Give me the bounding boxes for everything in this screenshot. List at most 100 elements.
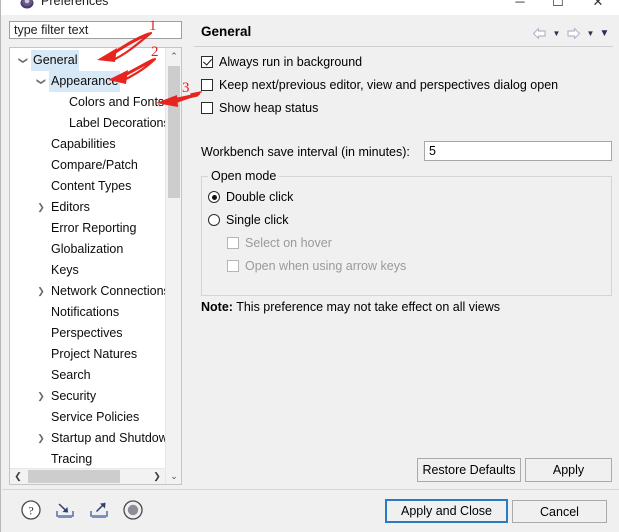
- checkbox-keep-next-previous-editor-dialog-open[interactable]: Keep next/previous editor, view and pers…: [201, 75, 558, 95]
- export-icon[interactable]: [86, 497, 112, 523]
- tree-item-label: Security: [51, 389, 97, 403]
- tree-item-label: General: [31, 50, 80, 71]
- help-icon[interactable]: ?: [18, 497, 44, 523]
- tree-item-label: Perspectives: [51, 326, 123, 340]
- tree-item-search[interactable]: Search: [10, 365, 166, 386]
- page-menu-caret-icon[interactable]: ▼: [599, 25, 610, 41]
- footer-icon-bar: ?: [18, 497, 146, 523]
- restore-defaults-button[interactable]: Restore Defaults: [417, 458, 521, 482]
- tree-item-label: Project Natures: [51, 347, 138, 361]
- checkbox-label: Open when using arrow keys: [245, 259, 407, 273]
- tree-item-service-policies[interactable]: Service Policies: [10, 407, 166, 428]
- tree-item-label: Error Reporting: [51, 221, 137, 235]
- preferences-dialog: Preferences ─ ☐ ✕ ❯General❯AppearanceCol…: [0, 0, 619, 532]
- import-icon[interactable]: [52, 497, 78, 523]
- svg-text:?: ?: [28, 504, 33, 518]
- scroll-up-arrow-icon[interactable]: ⌃: [166, 48, 181, 64]
- scroll-down-arrow-icon[interactable]: ⌄: [166, 468, 181, 484]
- tree-horizontal-scrollbar[interactable]: ❮ ❯: [10, 468, 165, 484]
- preference-tree-pane: ❯General❯AppearanceColors and FontsLabel…: [6, 21, 188, 488]
- tree-item-editors[interactable]: ❯ Editors: [10, 197, 166, 218]
- checkbox-box[interactable]: [201, 79, 213, 91]
- title-separator: [194, 46, 613, 47]
- open-mode-group-title: Open mode: [208, 169, 280, 183]
- tree-item-tracing[interactable]: Tracing: [10, 449, 166, 470]
- tree-item-notifications[interactable]: Notifications: [10, 302, 166, 323]
- chevron-right-icon[interactable]: ❯: [34, 428, 48, 449]
- tree-item-compare-patch[interactable]: Compare/Patch: [10, 155, 166, 176]
- tree-item-project-natures[interactable]: Project Natures: [10, 344, 166, 365]
- tree-item-keys[interactable]: Keys: [10, 260, 166, 281]
- scroll-right-arrow-icon[interactable]: ❯: [149, 469, 165, 484]
- checkbox-box[interactable]: [227, 260, 239, 272]
- workbench-save-interval-input[interactable]: [424, 141, 612, 161]
- vertical-scroll-thumb[interactable]: [168, 66, 180, 198]
- tree-vertical-scrollbar[interactable]: ⌃ ⌄: [165, 48, 181, 484]
- tree-item-appearance[interactable]: ❯ Appearance: [10, 71, 166, 92]
- preference-page-pane: General ▼ ▼ ▼ Always run in background K…: [194, 21, 614, 482]
- close-button[interactable]: ✕: [584, 0, 612, 12]
- page-navigation-toolbar: ▼ ▼ ▼: [531, 24, 610, 42]
- open-mode-note: Note: This preference may not take effec…: [201, 300, 500, 314]
- tree-item-label: Keys: [51, 263, 79, 277]
- tree-item-label: Colors and Fonts: [69, 95, 165, 109]
- chevron-right-icon[interactable]: ❯: [34, 281, 48, 302]
- checkbox-label: Select on hover: [245, 236, 332, 250]
- tree-item-capabilities[interactable]: Capabilities: [10, 134, 166, 155]
- preferences-window-icon: [19, 0, 35, 10]
- dialog-body: ❯General❯AppearanceColors and FontsLabel…: [2, 15, 619, 490]
- radio-single-click[interactable]: Single click: [208, 210, 289, 230]
- tree-item-label: Notifications: [51, 305, 120, 319]
- maximize-button[interactable]: ☐: [544, 0, 572, 12]
- tree-item-content-types[interactable]: Content Types: [10, 176, 166, 197]
- back-dropdown-caret-icon[interactable]: ▼: [551, 25, 562, 41]
- annotation-number-3: 3: [182, 80, 190, 96]
- preference-tree[interactable]: ❯ General ❯ Appearance Colors and Fonts Label…: [9, 47, 182, 485]
- horizontal-scroll-thumb[interactable]: [28, 470, 120, 483]
- window-title: Preferences: [41, 0, 109, 8]
- back-arrow-icon[interactable]: [531, 25, 548, 42]
- apply-and-close-button[interactable]: Apply and Close: [385, 499, 508, 523]
- title-bar: Preferences ─ ☐ ✕: [1, 0, 619, 15]
- note-prefix: Note:: [201, 300, 233, 314]
- checkbox-label: Show heap status: [219, 101, 319, 115]
- apply-button[interactable]: Apply: [525, 458, 612, 482]
- forward-arrow-icon[interactable]: [565, 25, 582, 42]
- tree-item-label: Editors: [51, 200, 90, 214]
- chevron-right-icon[interactable]: ❯: [34, 197, 48, 218]
- radio-double-click[interactable]: Double click: [208, 187, 293, 207]
- general-preference-page: Always run in background Keep next/previ…: [194, 48, 613, 461]
- radio-dot[interactable]: [208, 214, 220, 226]
- tree-item-label-decorations[interactable]: Label Decorations: [10, 113, 166, 134]
- tree-item-colors-and-fonts[interactable]: Colors and Fonts: [10, 92, 166, 113]
- checkbox-box[interactable]: [227, 237, 239, 249]
- checkbox-box[interactable]: [201, 56, 213, 68]
- tree-item-network-connections[interactable]: ❯ Network Connections: [10, 281, 166, 302]
- tree-item-globalization[interactable]: Globalization: [10, 239, 166, 260]
- record-icon[interactable]: [120, 497, 146, 523]
- tree-item-label: Search: [51, 368, 91, 382]
- tree-item-startup-and-shutdown[interactable]: ❯ Startup and Shutdown: [10, 428, 166, 449]
- tree-item-label: Globalization: [51, 242, 124, 256]
- annotation-number-2: 2: [151, 44, 159, 60]
- tree-item-label: Tracing: [51, 452, 93, 466]
- checkbox-select-on-hover[interactable]: Select on hover: [227, 233, 332, 253]
- checkbox-open-when-using-arrow-keys[interactable]: Open when using arrow keys: [227, 256, 406, 276]
- checkbox-show-heap-status[interactable]: Show heap status: [201, 98, 318, 118]
- forward-dropdown-caret-icon[interactable]: ▼: [585, 25, 596, 41]
- scroll-left-arrow-icon[interactable]: ❮: [10, 469, 26, 484]
- tree-item-security[interactable]: ❯ Security: [10, 386, 166, 407]
- radio-dot[interactable]: [208, 191, 220, 203]
- page-title: General: [201, 24, 252, 39]
- chevron-right-icon[interactable]: ❯: [34, 386, 48, 407]
- tree-item-error-reporting[interactable]: Error Reporting: [10, 218, 166, 239]
- checkbox-box[interactable]: [201, 102, 213, 114]
- tree-item-label: Content Types: [51, 179, 132, 193]
- tree-item-general[interactable]: ❯ General: [10, 50, 166, 71]
- cancel-button[interactable]: Cancel: [512, 500, 607, 523]
- tree-item-perspectives[interactable]: Perspectives: [10, 323, 166, 344]
- checkbox-always-run-in-background[interactable]: Always run in background: [201, 52, 362, 72]
- minimize-button[interactable]: ─: [506, 0, 534, 12]
- radio-label: Single click: [226, 213, 289, 227]
- radio-label: Double click: [226, 190, 294, 204]
